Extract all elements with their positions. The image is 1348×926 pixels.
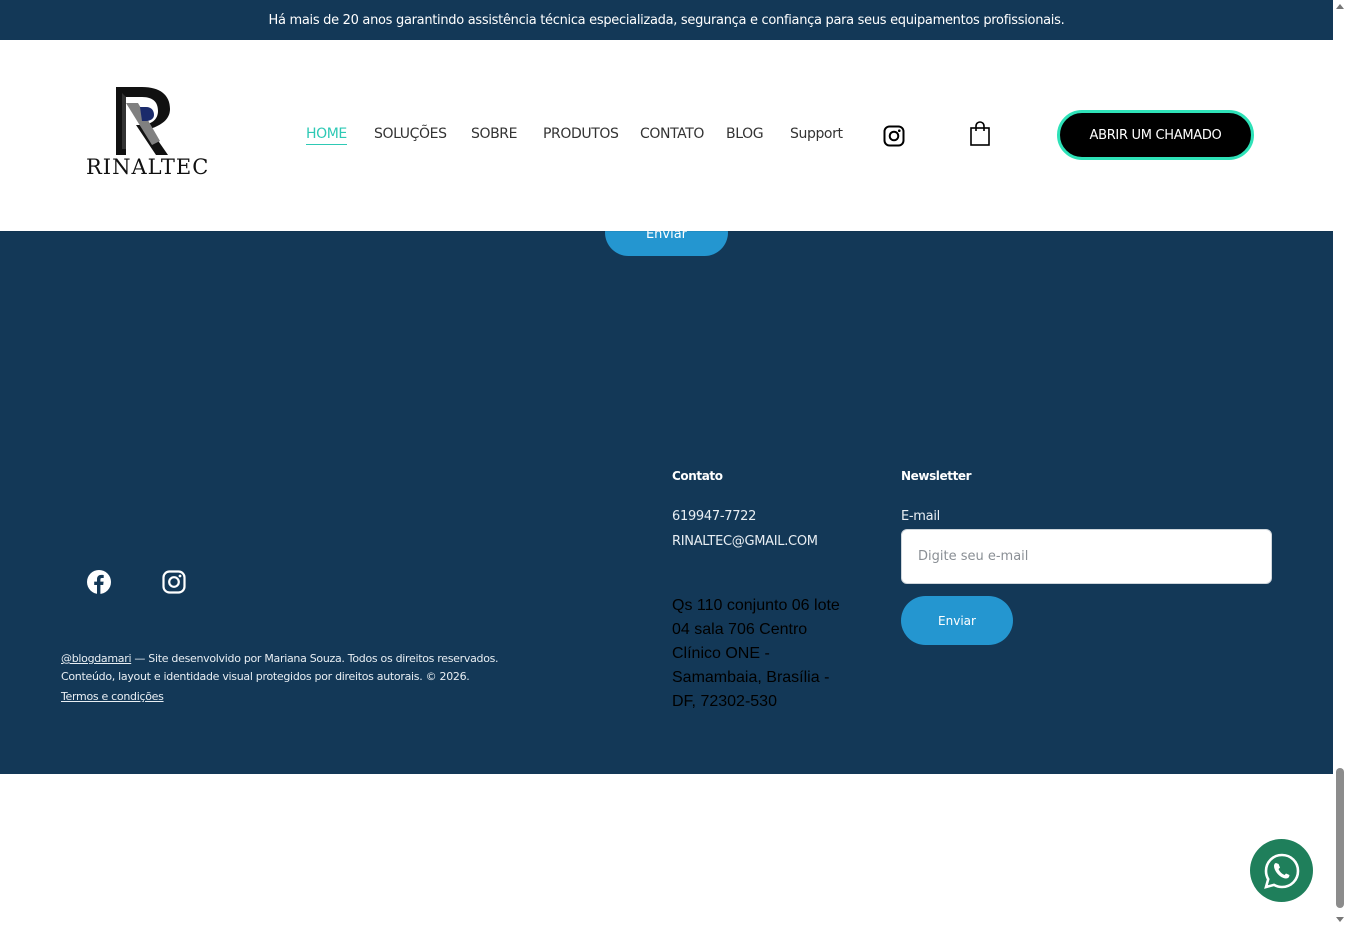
scrollbar-thumb[interactable]	[1336, 768, 1344, 908]
site-footer	[0, 231, 1333, 774]
contact-title: Contato	[672, 469, 723, 483]
footer-instagram-icon[interactable]	[162, 570, 186, 599]
shopping-bag-icon[interactable]	[969, 121, 991, 152]
whatsapp-icon	[1263, 853, 1299, 889]
newsletter-title: Newsletter	[901, 469, 972, 483]
logo-mark-icon	[116, 87, 170, 155]
blog-handle-link[interactable]: @blogdamari	[61, 652, 132, 665]
scroll-down-arrow-icon[interactable]	[1336, 917, 1344, 922]
contact-address: Qs 110 conjunto 06 lote 04 sala 706 Cent…	[672, 597, 840, 710]
contact-email[interactable]: RINALTEC@GMAIL.COM	[672, 534, 818, 549]
nav-item-sobre[interactable]: SOBRE	[471, 126, 517, 142]
copyright-text: @blogdamari — Site desenvolvido por Mari…	[61, 650, 499, 686]
announcement-bar: Há mais de 20 anos garantindo assistênci…	[0, 0, 1333, 40]
newsletter-email-label: E-mail	[901, 509, 940, 524]
newsletter-send-button[interactable]: Enviar	[901, 596, 1013, 645]
page-viewport: Há mais de 20 anos garantindo assistênci…	[0, 0, 1333, 926]
vertical-scrollbar[interactable]	[1333, 0, 1348, 926]
nav-item-solucoes[interactable]: SOLUÇÕES	[374, 126, 447, 142]
contact-phone[interactable]: 619947-7722	[672, 509, 756, 524]
facebook-icon[interactable]	[87, 570, 111, 599]
newsletter-email-input[interactable]	[901, 529, 1272, 584]
open-ticket-button[interactable]: ABRIR UM CHAMADO	[1057, 110, 1254, 160]
rinaltec-logo[interactable]: RINALTEC	[86, 85, 210, 185]
announcement-text: Há mais de 20 anos garantindo assistênci…	[268, 12, 1065, 28]
nav-item-blog[interactable]: BLOG	[726, 126, 764, 142]
nav-item-support[interactable]: Support	[790, 126, 843, 142]
copyright-line2: Conteúdo, layout e identidade visual pro…	[61, 670, 470, 683]
nav-item-home[interactable]: HOME	[306, 126, 347, 145]
scroll-up-arrow-icon[interactable]	[1336, 4, 1344, 9]
nav-item-produtos[interactable]: PRODUTOS	[543, 126, 619, 142]
instagram-icon[interactable]	[883, 125, 905, 152]
site-header: RINALTEC HOME SOLUÇÕES SOBRE PRODUTOS CO…	[0, 40, 1333, 231]
logo-wordmark: RINALTEC	[86, 155, 210, 179]
terms-link[interactable]: Termos e condições	[61, 690, 164, 703]
nav-item-contato[interactable]: CONTATO	[640, 126, 704, 142]
copyright-line1: — Site desenvolvido por Mariana Souza. T…	[131, 652, 499, 665]
whatsapp-button[interactable]	[1250, 839, 1313, 902]
